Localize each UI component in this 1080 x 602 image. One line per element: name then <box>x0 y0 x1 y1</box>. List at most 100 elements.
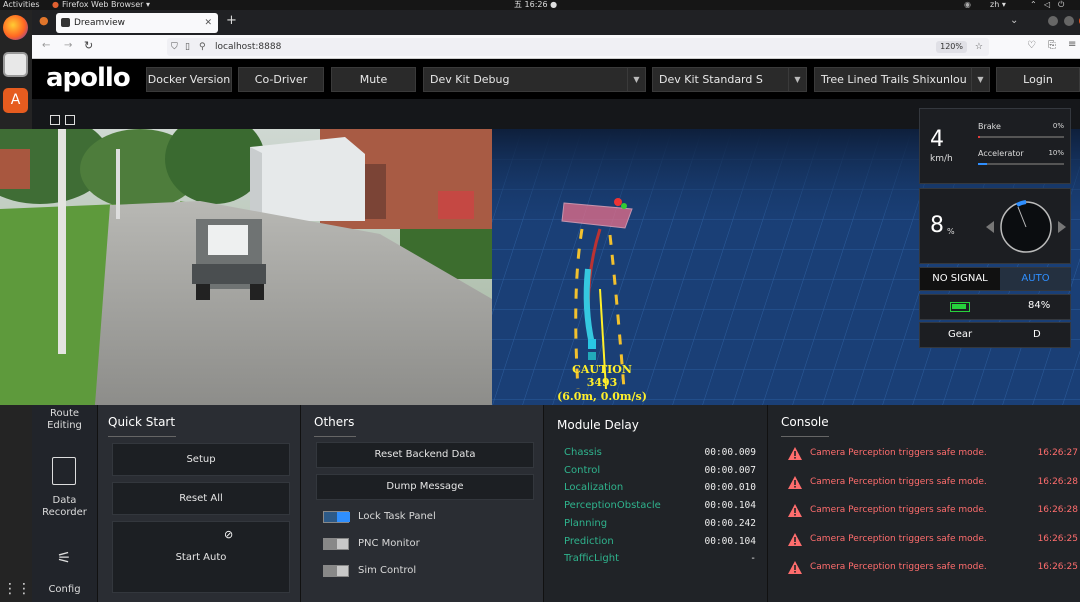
console-time: 16:26:25 <box>1037 562 1078 573</box>
back-icon[interactable]: ← <box>42 40 50 51</box>
console-text: Camera Perception triggers safe mode. <box>810 476 987 487</box>
warning-icon <box>788 504 802 518</box>
disabled-icon: ⊘ <box>224 528 234 541</box>
delay-row: TrafficLight - <box>564 553 756 570</box>
dump-message-button[interactable]: Dump Message <box>316 474 534 500</box>
forward-icon[interactable]: → <box>64 40 72 51</box>
chevron-down-icon: ▼ <box>788 68 806 91</box>
module-delay-value: 00:00.009 <box>704 447 756 458</box>
app-menu[interactable]: Firefox Web Browser ▾ <box>62 0 150 10</box>
console-text: Camera Perception triggers safe mode. <box>810 505 987 516</box>
mute-button[interactable]: Mute <box>331 67 416 92</box>
power-icon[interactable]: ⏻ <box>1058 0 1064 10</box>
docker-version-button[interactable]: Docker Version <box>146 67 232 92</box>
bookmark-star-icon[interactable]: ☆ <box>975 38 983 56</box>
dreamview-favicon <box>61 18 70 27</box>
console-time: 16:26:28 <box>1037 476 1078 487</box>
extensions-icon[interactable]: ⎘ <box>1048 40 1056 51</box>
warning-icon <box>788 475 802 489</box>
steering-panel: 8 % <box>919 188 1071 264</box>
others-title: Others <box>314 415 355 429</box>
mode-value: Dev Kit Debug <box>430 73 510 86</box>
mode-select[interactable]: Dev Kit Debug ▼ <box>423 67 646 92</box>
map-select[interactable]: Tree Lined Trails Shixunlou ▼ <box>814 67 990 92</box>
battery-fill <box>952 304 966 309</box>
close-tab-icon[interactable]: ✕ <box>204 13 212 33</box>
login-button[interactable]: Login <box>996 67 1080 92</box>
clock[interactable]: 五 16:26 ● <box>514 0 557 10</box>
zoom-badge[interactable]: 120% <box>936 41 967 53</box>
module-name: Control <box>564 464 601 476</box>
gear-panel: Gear D <box>919 322 1071 348</box>
title-underline <box>314 436 356 437</box>
speed-panel: 4 km/h Brake 0% Accelerator 10% <box>919 108 1071 184</box>
brake-label: Brake <box>978 122 1001 131</box>
obstacle-info-label: (6.0m, 0.0m/s) <box>557 390 647 403</box>
volume-icon: ◁ <box>1044 0 1051 9</box>
new-tab-icon[interactable]: + <box>226 13 237 28</box>
console-title: Console <box>781 415 829 429</box>
console-time: 16:26:28 <box>1037 505 1078 516</box>
signal-status: NO SIGNAL <box>920 268 1000 290</box>
start-auto-button[interactable]: ⊘ Start Auto <box>112 521 290 593</box>
user-icon: ◉ <box>964 0 971 9</box>
route-editing-tool[interactable]: Route Editing <box>32 408 97 432</box>
steering-unit: % <box>947 227 955 236</box>
firefox-mini-icon: ● <box>52 0 59 9</box>
document-icon <box>52 457 76 485</box>
console-text: Camera Perception triggers safe mode. <box>810 448 987 458</box>
vehicle-select[interactable]: Dev Kit Standard S ▼ <box>652 67 807 92</box>
drive-mode-status[interactable]: AUTO <box>1000 268 1071 290</box>
software-icon[interactable]: A <box>3 88 28 113</box>
layout-icon-left[interactable] <box>50 115 60 125</box>
title-underline <box>108 436 176 437</box>
minimize-icon[interactable] <box>1048 16 1058 26</box>
module-delay-value: - <box>750 553 756 565</box>
tab-list-icon[interactable]: ⌄ <box>1010 15 1018 26</box>
apollo-logo: apollo <box>46 63 131 93</box>
show-apps-icon[interactable]: ⋮⋮ <box>3 577 31 602</box>
setup-button[interactable]: Setup <box>112 443 290 476</box>
files-icon[interactable] <box>3 52 28 77</box>
others-panel: Others Reset Backend Data Dump Message L… <box>300 405 543 602</box>
console-panel: Console Camera Perception triggers safe … <box>767 405 1080 602</box>
config-label: Config <box>48 584 81 595</box>
delay-row: Prediction 00:00.104 <box>564 536 756 553</box>
layout-icon-right[interactable] <box>65 115 75 125</box>
url-bar[interactable]: ⛉ ▯ ⚲ localhost:8888 120% ☆ <box>167 38 989 56</box>
page-icon: ▯ <box>185 42 190 52</box>
reset-all-button[interactable]: Reset All <box>112 482 290 515</box>
activities-button[interactable]: Activities <box>3 0 40 10</box>
camera-image <box>0 129 492 405</box>
warning-icon <box>788 561 802 575</box>
permissions-icon: ⚲ <box>199 42 206 52</box>
reset-backend-data-button[interactable]: Reset Backend Data <box>316 442 534 468</box>
co-driver-button[interactable]: Co-Driver <box>238 67 324 92</box>
battery-icon <box>950 302 970 312</box>
module-delay-value: 00:00.010 <box>704 482 756 494</box>
browser-tab-dreamview[interactable]: Dreamview ✕ <box>56 13 218 33</box>
module-delay-value: 00:00.104 <box>704 500 756 512</box>
module-name: Localization <box>564 482 624 494</box>
module-name: Planning <box>564 517 608 529</box>
gear-label: Gear <box>948 329 973 340</box>
console-time: 16:26:25 <box>1037 533 1078 544</box>
module-delay-value: 00:00.007 <box>704 464 756 476</box>
battery-panel: 84% <box>919 294 1071 320</box>
maximize-icon[interactable] <box>1064 16 1074 26</box>
reload-icon[interactable]: ↻ <box>84 39 93 52</box>
language-menu[interactable]: zh ▾ <box>990 0 1006 10</box>
pocket-icon[interactable]: ♡ <box>1027 40 1036 51</box>
sim-control-label: Sim Control <box>358 565 417 576</box>
firefox-icon[interactable] <box>3 15 28 40</box>
browser-tab-strip: ● Dreamview ✕ + ⌄ <box>32 10 1080 35</box>
delay-row: Control 00:00.007 <box>564 465 756 482</box>
browser-nav-bar: ← → ↻ ⛉ ▯ ⚲ localhost:8888 120% ☆ ♡ ⎘ ≡ <box>32 35 1080 59</box>
sim-control-toggle[interactable] <box>323 565 349 577</box>
menu-icon[interactable]: ≡ <box>1068 39 1076 50</box>
console-text: Camera Perception triggers safe mode. <box>810 562 987 573</box>
lock-task-panel-toggle[interactable] <box>323 511 350 523</box>
firefox-view-icon[interactable]: ● <box>39 14 49 27</box>
brake-bar-fill <box>978 136 980 138</box>
pnc-monitor-toggle[interactable] <box>323 538 349 550</box>
